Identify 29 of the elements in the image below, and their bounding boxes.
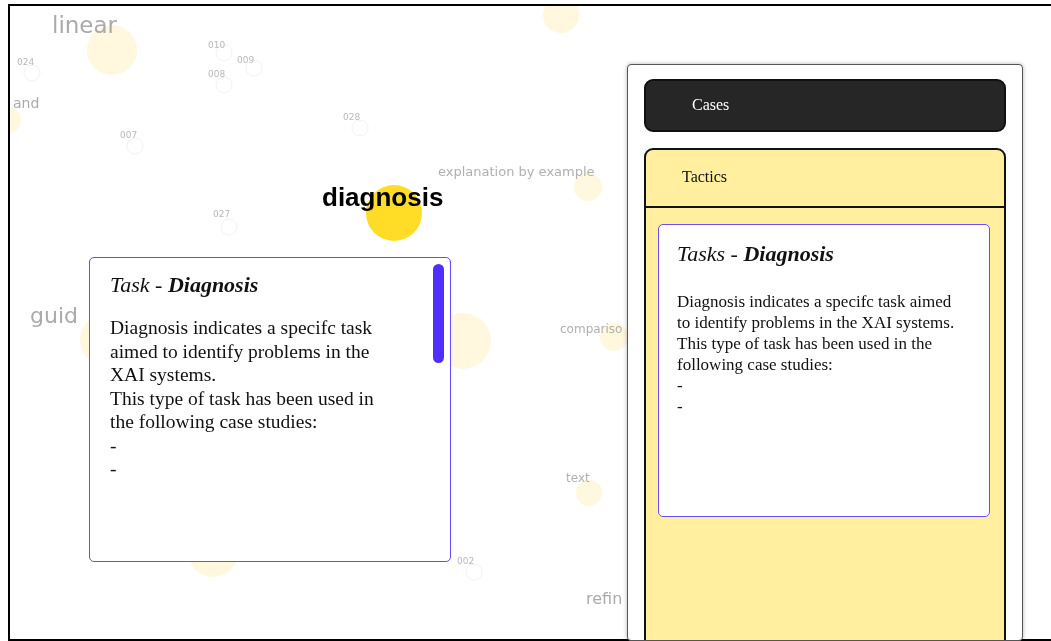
- node-label[interactable]: explanation by example: [438, 165, 595, 178]
- card-text: This type of task has been used in the following case studies:: [677, 333, 933, 375]
- card-title: Tasks - Diagnosis: [677, 241, 835, 267]
- node-label[interactable]: 028: [343, 113, 361, 122]
- card-title: Task - Diagnosis: [110, 272, 260, 298]
- node-label[interactable]: 002: [457, 557, 475, 566]
- card-text: Diagnosis indicates a specifc task aimed to identify problems in the XAI systems.: [677, 291, 956, 333]
- card-text: -: [110, 457, 118, 481]
- bubble: [543, 6, 579, 33]
- card-text: Diagnosis indicates a specifc task aimed to identify problems in the XAI systems.: [110, 316, 374, 387]
- node-label[interactable]: 009: [237, 56, 255, 65]
- card-text: -: [677, 396, 684, 417]
- node-label[interactable]: 027: [213, 210, 231, 219]
- card-text: This type of task has been used in the following case studies:: [110, 386, 375, 434]
- node-label[interactable]: compariso: [560, 323, 623, 335]
- node-label[interactable]: and: [13, 96, 40, 110]
- accordion-header[interactable]: Tactics: [646, 150, 1004, 208]
- node-label[interactable]: linear: [52, 14, 118, 37]
- node-label[interactable]: 024: [17, 58, 35, 67]
- card-text: -: [677, 375, 684, 396]
- scrollbar-thumb[interactable]: [433, 264, 444, 363]
- accordion-header[interactable]: Cases: [644, 79, 1006, 132]
- node-label[interactable]: 008: [208, 70, 226, 79]
- node-label[interactable]: 010: [208, 41, 226, 50]
- node-label[interactable]: 007: [120, 131, 138, 140]
- node-label[interactable]: refin: [586, 591, 623, 607]
- card-text: -: [110, 433, 118, 457]
- node-label[interactable]: text: [566, 472, 590, 484]
- node-label[interactable]: guid: [30, 305, 78, 327]
